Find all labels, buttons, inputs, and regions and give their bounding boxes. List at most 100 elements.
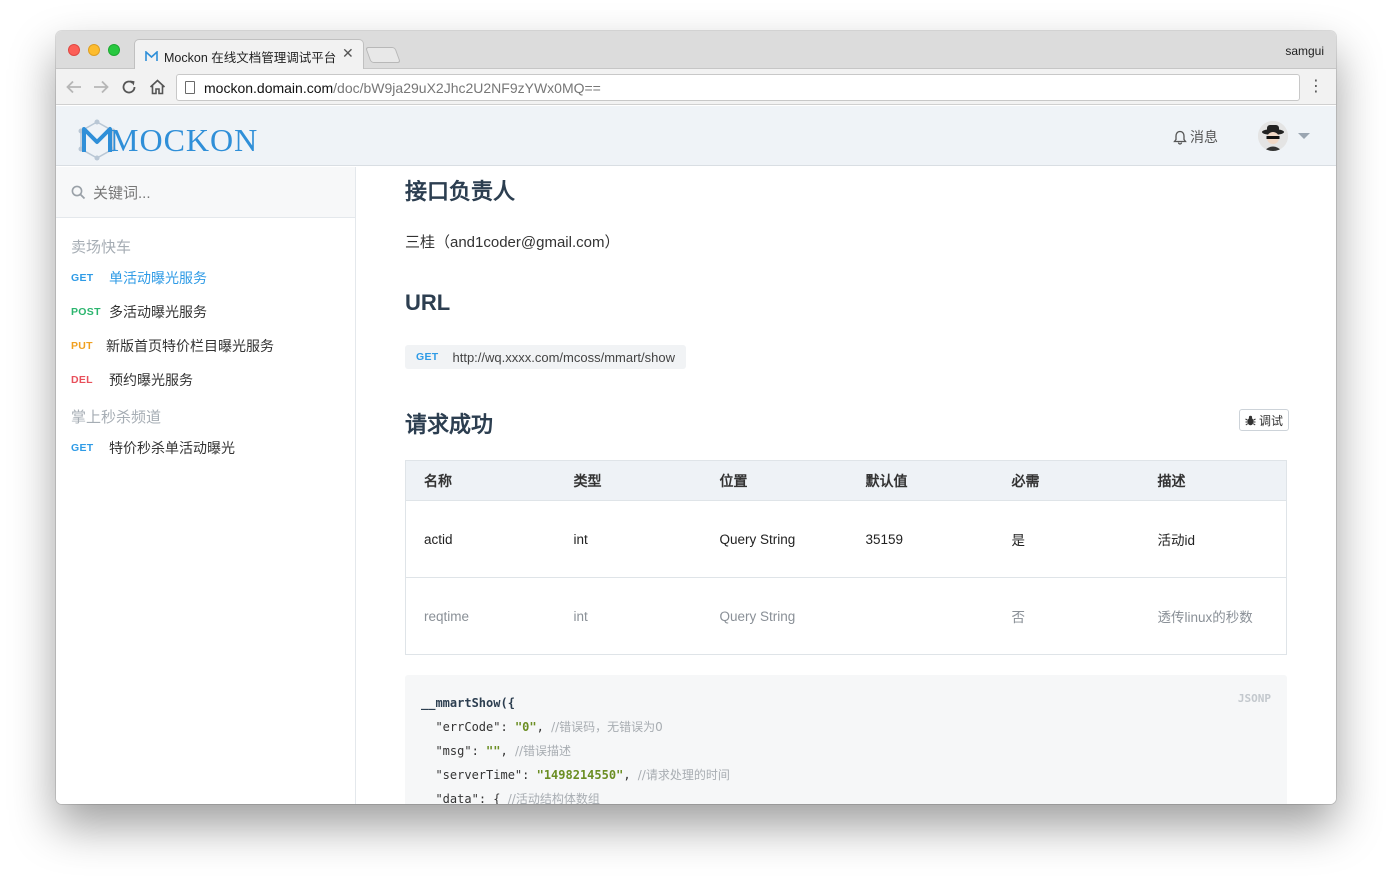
method-badge: POST [71,306,101,318]
sidebar-item-api[interactable]: DEL 预约曝光服务 [71,370,193,390]
bug-icon [1245,415,1256,425]
code-key: "data" [435,792,479,804]
avatar[interactable] [1258,121,1288,151]
param-type: int [555,500,702,578]
param-default [847,577,994,655]
method-badge: GET [71,442,94,454]
user-menu-chevron-down-icon[interactable] [1298,133,1310,139]
code-value: { [493,792,501,804]
tab-content: Mockon 在线文档管理调试平台 [144,43,336,69]
param-required: 是 [993,500,1140,578]
reload-icon[interactable] [119,77,139,97]
code-value: "0" [514,720,537,734]
sidebar-item-api[interactable]: PUT 新版首页特价栏目曝光服务 [71,336,274,356]
code-value: "" [486,744,501,758]
code-function-name: __mmartShow [421,696,501,710]
column-header: 默认值 [847,460,994,501]
sidebar-item-label: 预约曝光服务 [109,372,193,388]
code-language-label: JSONP [1237,692,1271,705]
tab-strip: Mockon 在线文档管理调试平台 ✕ samgui [56,31,1336,70]
sidebar-item-label: 多活动曝光服务 [109,304,207,320]
sidebar-group-title[interactable]: 掌上秒杀频道 [71,406,161,427]
endpoint-url-text: http://wq.xxxx.com/mcoss/mmart/show [452,349,676,365]
browser-toolbar: mockon.domain.com/doc/bW9ja29uX2Jhc2U2NF… [56,69,1336,105]
code-key: "serverTime" [435,768,523,782]
endpoint-url: GET http://wq.xxxx.com/mcoss/mmart/show [405,345,686,369]
owner-text: 三桂（and1coder@gmail.com） [405,234,620,251]
notifications-button[interactable]: 消息 [1173,127,1218,147]
page-icon [185,81,195,94]
debug-button[interactable]: 调试 [1239,409,1290,431]
code-key: "errCode" [435,720,501,734]
sidebar-item-label: 单活动曝光服务 [109,270,207,286]
column-header: 类型 [555,460,702,501]
sidebar-item-api[interactable]: POST 多活动曝光服务 [71,302,207,322]
code-open-paren: ({ [500,696,515,710]
method-badge: DEL [71,374,93,386]
table-header-row: 名称 类型 位置 默认值 必需 描述 [405,460,1287,501]
param-location: Query String [701,577,848,655]
doc-content: 接口负责人 三桂（and1coder@gmail.com） URL GET ht… [357,167,1336,804]
params-table: 名称 类型 位置 默认值 必需 描述 actid int Query Strin… [405,460,1287,655]
method-badge: GET [416,351,439,363]
response-code-block: JSONP __mmartShow({ "errCode": "0", //错误… [405,675,1287,804]
code-comment: //错误描述 [514,744,572,758]
sidebar: 关键词... 卖场快车 GET 单活动曝光服务 POST 多活动曝光服务 PUT… [56,167,356,804]
user-avatar-icon [1258,121,1288,151]
browser-menu-icon[interactable]: ⋮ [1308,78,1324,96]
table-row: actid int Query String 35159 是 活动id [405,500,1287,578]
home-icon[interactable] [147,77,167,97]
close-window-button[interactable] [68,44,80,56]
profile-name[interactable]: samgui [1285,44,1324,58]
owner-heading: 接口负责人 [405,179,516,204]
debug-label: 调试 [1259,413,1284,428]
address-bar[interactable]: mockon.domain.com/doc/bW9ja29uX2Jhc2U2NF… [176,74,1300,101]
maximize-window-button[interactable] [108,44,120,56]
url-host: mockon.domain.com [204,79,334,96]
code-line: __mmartShow({ [421,691,1271,715]
forward-arrow-icon[interactable] [91,77,111,97]
back-arrow-icon[interactable] [64,77,84,97]
search-icon [71,185,86,199]
sidebar-item-label: 新版首页特价栏目曝光服务 [106,338,274,354]
code-comment: //错误码，无错误为0 [551,720,663,734]
tab-title: Mockon 在线文档管理调试平台 [164,50,337,65]
search-input[interactable]: 关键词... [93,182,151,203]
code-value: "1498214550" [536,768,624,782]
code-line: "serverTime": "1498214550", //请求处理的时间 [435,768,730,782]
sidebar-group-title[interactable]: 卖场快车 [71,236,131,257]
success-heading: 请求成功 [405,412,494,437]
search-bar[interactable]: 关键词... [56,167,355,218]
url-heading: URL [405,290,451,315]
code-comment: //活动结构体数组 [507,792,600,804]
param-default: 35159 [847,500,994,578]
column-header: 名称 [405,460,556,501]
param-location: Query String [701,500,848,578]
method-badge: GET [71,272,94,284]
param-type: int [555,577,702,655]
app-header: MOCKON 消息 [56,106,1336,166]
bell-icon [1173,130,1187,145]
table-row: reqtime int Query String 否 透传linux的秒数 [405,577,1287,655]
param-name: actid [405,500,556,578]
code-line: "data": { //活动结构体数组 [435,792,600,804]
notifications-label: 消息 [1190,129,1218,145]
column-header: 必需 [993,460,1140,501]
method-badge: PUT [71,340,93,352]
logo-text: MOCKON [110,122,259,158]
code-key: "msg" [435,744,472,758]
column-header: 位置 [701,460,848,501]
mockon-favicon-icon [144,49,158,63]
mockon-logo[interactable]: MOCKON [76,119,258,161]
new-tab-button[interactable] [365,47,401,63]
minimize-window-button[interactable] [88,44,100,56]
sidebar-item-api[interactable]: GET 特价秒杀单活动曝光 [71,438,235,458]
sidebar-item-api[interactable]: GET 单活动曝光服务 [71,268,207,288]
param-description: 活动id [1139,500,1287,578]
code-line: "errCode": "0", //错误码，无错误为0 [435,720,663,734]
param-name: reqtime [405,577,556,655]
sidebar-item-label: 特价秒杀单活动曝光 [109,440,235,456]
param-description: 透传linux的秒数 [1139,577,1287,655]
browser-window: Mockon 在线文档管理调试平台 ✕ samgui mockon.domain… [56,31,1336,804]
tab-close-icon[interactable]: ✕ [342,45,354,62]
